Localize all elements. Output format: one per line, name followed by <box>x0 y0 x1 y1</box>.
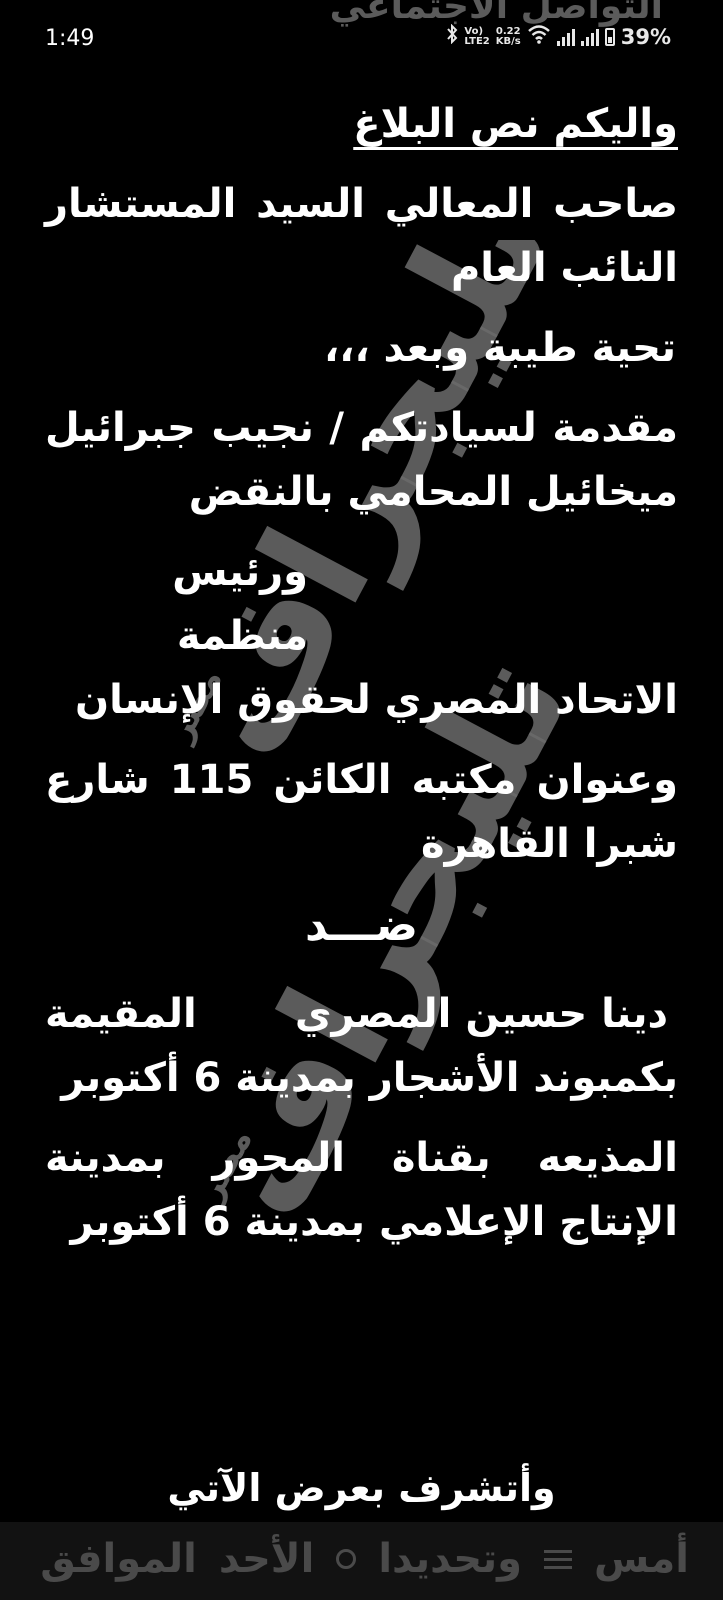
lte-icon: Vo) LTE2 <box>464 25 490 47</box>
role-line-1: ورئيس منظمة <box>172 549 308 659</box>
greeting: تحية طيبة وبعد ،،، <box>324 325 676 371</box>
battery-icon <box>604 27 615 46</box>
status-icons: Vo) LTE2 0.22 KB/s 39% <box>446 23 671 49</box>
menu-icon[interactable] <box>543 1549 572 1569</box>
defendant-row: دينا حسين المصري المقيمة <box>45 982 678 1046</box>
status-time: 1:49 <box>45 26 95 51</box>
home-circle-icon[interactable] <box>336 1549 357 1569</box>
bluetooth-icon <box>446 23 458 49</box>
nav-item-yesterday: أمس <box>593 1536 689 1582</box>
defendant-residence: بكمبوند الأشجار بمدينة 6 أكتوبر <box>61 1055 678 1101</box>
net-speed: 0.22 KB/s <box>495 25 521 47</box>
nav-item-specifically: وتحديدا <box>378 1536 522 1582</box>
bottom-nav-items: أمس وتحديدا الأحد الموافق <box>40 1536 689 1582</box>
lte-bottom-label: LTE2 <box>464 35 490 47</box>
defendant-job: المذيعه بقناة المحور بمدينة الإنتاج الإع… <box>45 1135 678 1245</box>
defendant-name: دينا حسين المصري <box>294 991 668 1037</box>
status-bar: التواصل الاجتماعي 1:49 Vo) LTE2 0.22 KB/… <box>0 0 723 80</box>
net-speed-unit: KB/s <box>495 35 521 47</box>
article-body: واليكم نص البلاغ صاحب المعالي السيد المس… <box>45 92 678 1270</box>
bottom-nav: أمس وتحديدا الأحد الموافق <box>0 1522 723 1600</box>
lte-top-label: Vo) <box>464 25 484 37</box>
signal-icon-2 <box>580 28 599 46</box>
submitted-by: مقدمة لسيادتكم / نجيب جبرائيل ميخائيل ال… <box>45 405 678 515</box>
nav-item-sunday: الأحد <box>218 1536 315 1582</box>
battery-percent: 39% <box>620 24 671 49</box>
closing-line: وأتشرف بعرض الآتي <box>167 1466 556 1510</box>
against-label: ضـــد <box>305 900 419 951</box>
role-line-2: الاتحاد المصري لحقوق الإنسان <box>74 677 678 723</box>
defendant-residence-label: المقيمة <box>45 991 197 1037</box>
signal-icon <box>556 28 575 46</box>
wifi-icon <box>527 24 551 49</box>
ghost-title: التواصل الاجتماعي <box>329 0 663 27</box>
nav-item-corresponding: الموافق <box>40 1536 197 1582</box>
net-speed-value: 0.22 <box>495 25 521 37</box>
article-heading: واليكم نص البلاغ <box>353 101 678 147</box>
address: وعنوان مكتبه الكائن 115 شارع شبرا القاهر… <box>45 757 678 867</box>
addressee: صاحب المعالي السيد المستشار النائب العام <box>45 181 678 291</box>
